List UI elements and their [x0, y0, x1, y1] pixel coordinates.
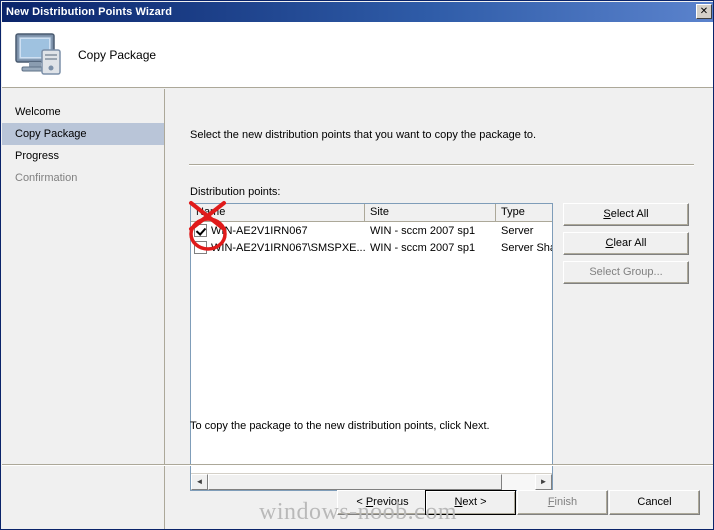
row-site-cell: WIN - sccm 2007 sp1 — [370, 224, 476, 237]
wizard-header: Copy Package — [2, 22, 713, 88]
sidebar-item-copy-package[interactable]: Copy Package — [2, 123, 164, 145]
row-name-cell: WIN-AE2V1IRN067 — [191, 224, 365, 237]
select-all-accel: S — [603, 208, 611, 220]
row-type-cell: Server Sha — [501, 241, 552, 254]
column-header-type[interactable]: Type — [496, 204, 552, 221]
row-name-text: WIN-AE2V1IRN067\SMSPXE... — [211, 241, 365, 254]
horizontal-scrollbar[interactable]: ◄ ► — [191, 473, 552, 490]
watermark: windows-noob.com — [259, 499, 457, 525]
instruction-text: Select the new distribution points that … — [190, 129, 537, 141]
page-title: Copy Package — [78, 47, 157, 62]
divider-bottom — [2, 464, 713, 466]
row-site-cell: WIN - sccm 2007 sp1 — [370, 241, 476, 254]
scroll-left-icon[interactable]: ◄ — [191, 474, 208, 490]
wizard-window: New Distribution Points Wizard ✕ Copy Pa… — [0, 0, 714, 530]
clear-all-label: lear All — [613, 237, 647, 249]
sidebar-item-welcome[interactable]: Welcome — [2, 101, 164, 123]
close-icon[interactable]: ✕ — [696, 4, 712, 19]
checkbox-dp-2[interactable] — [194, 241, 207, 254]
checkbox-dp-1[interactable] — [194, 224, 207, 237]
title-bar: New Distribution Points Wizard ✕ — [2, 2, 713, 22]
next-step-note: To copy the package to the new distribut… — [190, 420, 490, 432]
row-type-cell: Server — [501, 224, 534, 237]
scrollbar-thumb[interactable] — [208, 474, 502, 490]
table-row[interactable]: WIN-AE2V1IRN067 WIN - sccm 2007 sp1 Serv… — [191, 222, 552, 239]
divider-top — [189, 164, 694, 166]
select-group-button: Select Group... — [563, 261, 689, 284]
list-column-headers: Name Site Type — [191, 204, 552, 222]
computer-monitor-icon — [12, 30, 66, 80]
select-all-button[interactable]: Select All — [563, 203, 689, 226]
row-name-cell: WIN-AE2V1IRN067\SMSPXE... — [191, 241, 365, 254]
row-name-text: WIN-AE2V1IRN067 — [211, 224, 308, 237]
scroll-right-icon[interactable]: ► — [535, 474, 552, 490]
clear-all-button[interactable]: Clear All — [563, 232, 689, 255]
scrollbar-track[interactable] — [208, 474, 535, 490]
sidebar-item-progress[interactable]: Progress — [2, 145, 164, 167]
sidebar-item-confirmation: Confirmation — [15, 172, 78, 184]
table-row[interactable]: WIN-AE2V1IRN067\SMSPXE... WIN - sccm 200… — [191, 239, 552, 256]
select-all-label: elect All — [610, 208, 649, 220]
select-group-label: Select Group... — [589, 266, 663, 278]
window-title: New Distribution Points Wizard — [6, 6, 173, 18]
column-header-site[interactable]: Site — [365, 204, 496, 221]
column-header-name[interactable]: Name — [191, 204, 365, 221]
distribution-points-list[interactable]: Name Site Type WIN-AE2V1IRN067 WIN - scc… — [190, 203, 553, 491]
distribution-points-label: Distribution points: — [190, 186, 281, 198]
